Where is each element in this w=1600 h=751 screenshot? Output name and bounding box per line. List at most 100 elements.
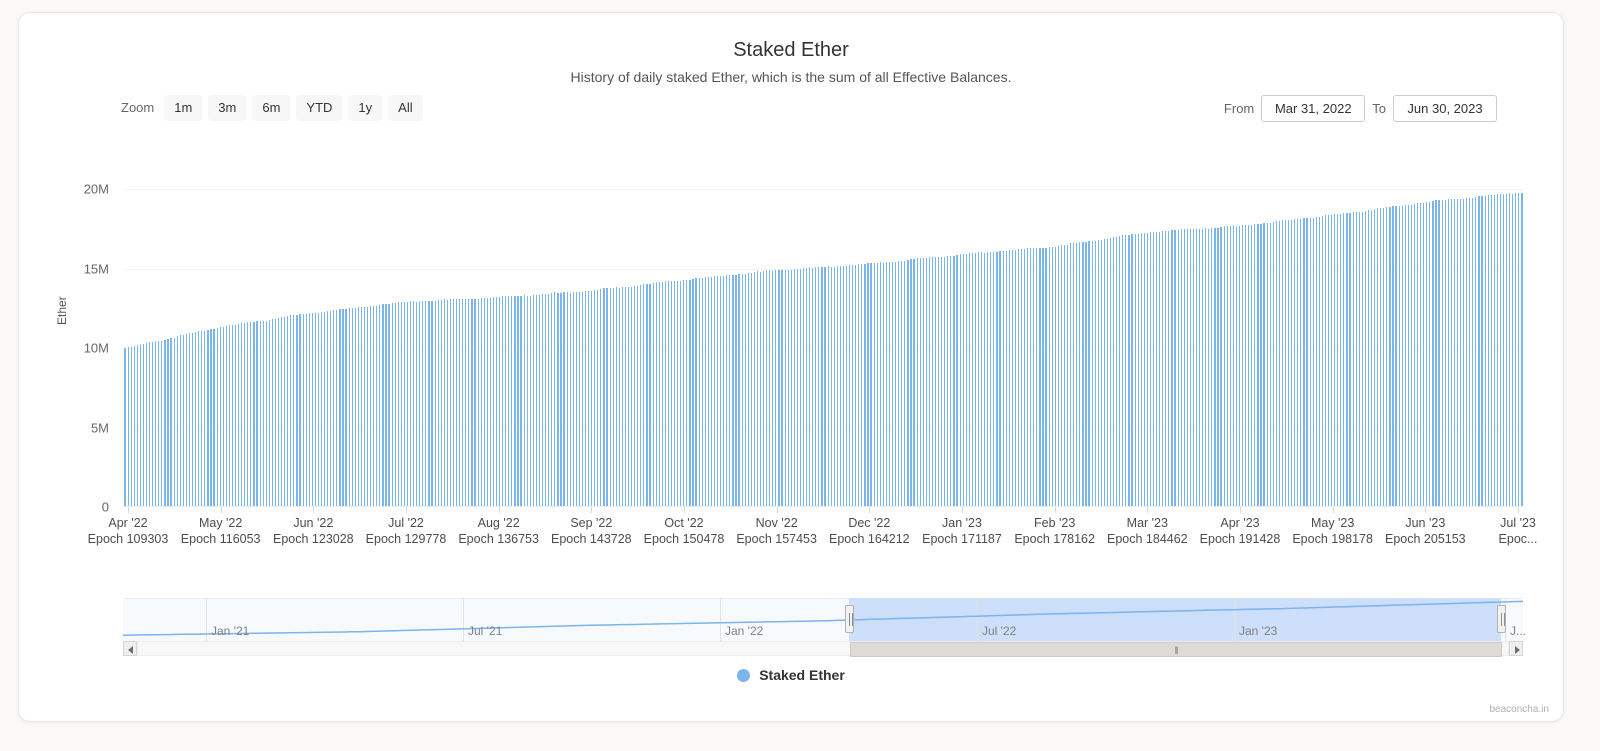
bar[interactable]: [519, 295, 522, 507]
range-button-1y[interactable]: 1y: [348, 95, 383, 121]
bar[interactable]: [1136, 233, 1139, 507]
bar[interactable]: [304, 313, 307, 507]
bar[interactable]: [206, 329, 209, 507]
bar[interactable]: [319, 312, 323, 507]
bar[interactable]: [980, 252, 983, 507]
bar[interactable]: [1372, 209, 1376, 507]
bar[interactable]: [777, 269, 780, 507]
bar[interactable]: [1471, 197, 1474, 507]
bar[interactable]: [347, 307, 350, 507]
range-button-6m[interactable]: 6m: [252, 95, 291, 121]
bar[interactable]: [525, 295, 528, 507]
bar[interactable]: [626, 286, 630, 507]
bar[interactable]: [786, 269, 789, 507]
bar[interactable]: [135, 344, 138, 507]
bar[interactable]: [792, 269, 795, 507]
bar[interactable]: [1268, 222, 1271, 507]
bar[interactable]: [402, 301, 405, 507]
bar[interactable]: [276, 318, 280, 507]
bar[interactable]: [654, 282, 657, 507]
bar[interactable]: [1204, 228, 1207, 507]
bar[interactable]: [230, 325, 234, 507]
bar[interactable]: [1115, 237, 1118, 507]
bar[interactable]: [313, 313, 316, 507]
bar[interactable]: [909, 259, 912, 507]
bar[interactable]: [1302, 218, 1305, 507]
bar[interactable]: [470, 298, 473, 507]
bar[interactable]: [123, 348, 126, 507]
bar[interactable]: [1148, 232, 1152, 507]
bar[interactable]: [1296, 218, 1299, 507]
bar[interactable]: [1514, 193, 1517, 507]
bar[interactable]: [1449, 199, 1452, 507]
bar[interactable]: [1277, 221, 1280, 507]
bar[interactable]: [663, 281, 666, 507]
bar[interactable]: [1065, 244, 1069, 507]
range-button-all[interactable]: All: [388, 95, 423, 121]
bar[interactable]: [1458, 198, 1462, 507]
bar[interactable]: [163, 339, 166, 507]
bar[interactable]: [1075, 242, 1078, 507]
bar[interactable]: [1287, 219, 1290, 507]
bar[interactable]: [172, 337, 175, 507]
bar[interactable]: [421, 301, 424, 507]
bar[interactable]: [743, 273, 746, 507]
bar[interactable]: [937, 256, 940, 507]
bar[interactable]: [1207, 228, 1210, 507]
bar[interactable]: [369, 306, 372, 507]
bar[interactable]: [666, 281, 670, 507]
bar[interactable]: [531, 294, 534, 507]
bar[interactable]: [823, 266, 826, 507]
bar[interactable]: [590, 290, 593, 507]
bar[interactable]: [1446, 199, 1449, 507]
bar[interactable]: [1010, 249, 1013, 507]
bar[interactable]: [1419, 203, 1422, 507]
bar[interactable]: [424, 301, 427, 507]
bar[interactable]: [151, 342, 154, 507]
bar[interactable]: [157, 340, 160, 507]
bar[interactable]: [338, 309, 341, 507]
bar[interactable]: [998, 251, 1001, 507]
bar[interactable]: [1455, 198, 1459, 507]
bar[interactable]: [436, 300, 439, 507]
bar[interactable]: [1173, 229, 1176, 507]
bar[interactable]: [1062, 244, 1066, 507]
bar[interactable]: [154, 341, 157, 507]
bar[interactable]: [1360, 211, 1363, 507]
bar[interactable]: [774, 269, 777, 507]
bar[interactable]: [728, 275, 731, 507]
bar[interactable]: [237, 323, 240, 507]
bar[interactable]: [412, 301, 415, 507]
bar[interactable]: [362, 307, 366, 507]
bar[interactable]: [881, 262, 884, 507]
bar[interactable]: [1182, 228, 1185, 507]
bar[interactable]: [267, 319, 270, 507]
bar[interactable]: [1326, 215, 1330, 507]
bar[interactable]: [1495, 194, 1498, 507]
bar[interactable]: [1139, 233, 1142, 507]
bar[interactable]: [1155, 232, 1158, 507]
bar[interactable]: [1317, 216, 1320, 507]
bar[interactable]: [356, 307, 359, 507]
bar[interactable]: [1234, 225, 1238, 507]
navigator-handle-right[interactable]: [1497, 605, 1506, 633]
bar[interactable]: [1366, 210, 1370, 507]
bar[interactable]: [734, 274, 737, 507]
bar[interactable]: [138, 344, 141, 507]
bar[interactable]: [341, 308, 344, 507]
bar[interactable]: [762, 271, 765, 507]
bar[interactable]: [1271, 221, 1274, 507]
bar[interactable]: [1240, 225, 1244, 507]
bar[interactable]: [697, 278, 700, 507]
bar[interactable]: [301, 314, 304, 507]
bar[interactable]: [1489, 194, 1492, 507]
bar[interactable]: [1090, 240, 1093, 507]
bar[interactable]: [1069, 243, 1072, 507]
bar[interactable]: [289, 315, 292, 507]
bar[interactable]: [614, 287, 617, 507]
bar[interactable]: [1164, 230, 1167, 507]
bar[interactable]: [1333, 213, 1336, 507]
bar[interactable]: [1397, 205, 1400, 507]
bar[interactable]: [737, 274, 740, 507]
bar[interactable]: [1415, 203, 1419, 507]
